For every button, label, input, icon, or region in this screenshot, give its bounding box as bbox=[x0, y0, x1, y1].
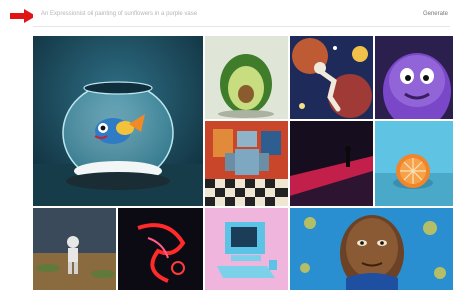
generate-button[interactable]: Generate bbox=[423, 11, 448, 17]
tile-dark-figure[interactable] bbox=[290, 121, 373, 206]
tile-desert-astronaut[interactable] bbox=[33, 208, 116, 290]
tile-portrait-painting[interactable] bbox=[290, 208, 453, 290]
tile-orange-half[interactable] bbox=[375, 121, 453, 206]
prompt-input[interactable]: An Expressionist oil painting of sunflow… bbox=[41, 11, 197, 17]
tile-avocado-chair[interactable] bbox=[205, 36, 288, 119]
tile-fishbowl[interactable] bbox=[33, 36, 203, 206]
tile-neon-face[interactable] bbox=[118, 208, 203, 290]
tile-retro-computer[interactable] bbox=[205, 208, 288, 290]
prompt-bar[interactable]: An Expressionist oil painting of sunflow… bbox=[33, 7, 450, 24]
tile-purple-monster[interactable] bbox=[375, 36, 453, 119]
tile-astronaut-space[interactable] bbox=[290, 36, 373, 119]
prompt-underline bbox=[33, 26, 450, 27]
tile-robot-chess[interactable] bbox=[205, 121, 288, 206]
